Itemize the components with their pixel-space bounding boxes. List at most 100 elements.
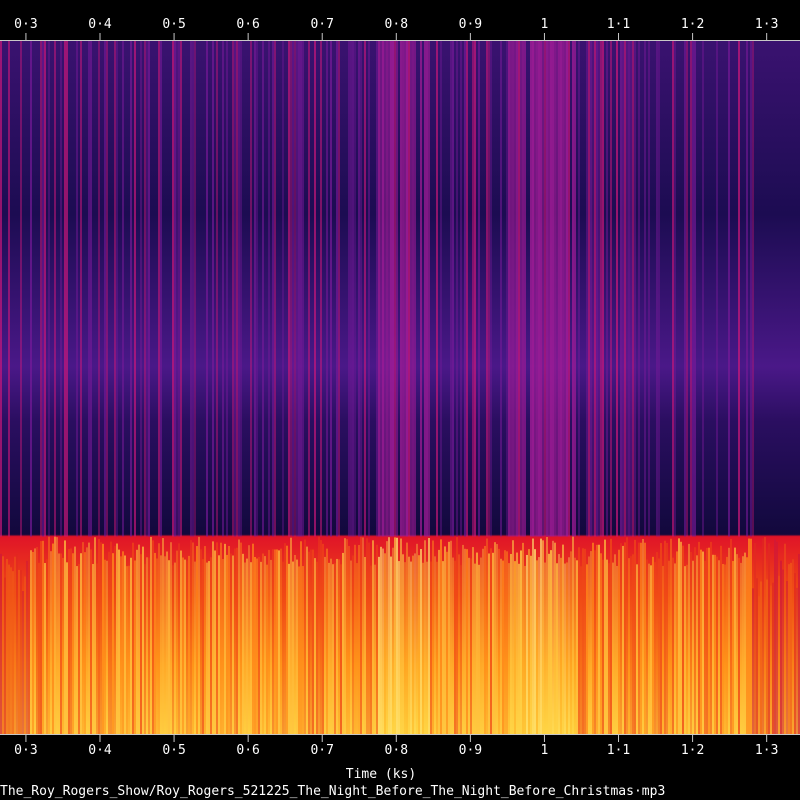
spectrogram-column (766, 579, 768, 734)
spectrogram-column (132, 542, 134, 734)
spectrogram-column (190, 41, 192, 537)
spectrogram-column (406, 41, 408, 537)
spectrogram-column (250, 41, 252, 537)
spectrogram-column (680, 541, 682, 734)
spectrogram-column (216, 41, 218, 537)
spectrogram-column (558, 554, 560, 734)
spectrogram-column (486, 41, 488, 537)
spectrogram-column (272, 549, 274, 734)
spectrogram-column (436, 41, 438, 537)
spectrogram-column (118, 549, 120, 734)
spectrogram-column (522, 41, 524, 537)
spectrogram-column (734, 547, 736, 734)
spectrogram-column (426, 41, 428, 537)
spectrogram-column (122, 551, 124, 734)
spectrogram-column (258, 556, 260, 734)
spectrogram-column (566, 41, 568, 537)
spectrogram-column (666, 542, 668, 734)
spectrogram-column (404, 562, 406, 734)
spectrogram-column (150, 536, 152, 734)
spectrogram-column (416, 543, 418, 734)
spectrogram-column (506, 41, 508, 537)
spectrogram-column (60, 553, 62, 734)
spectrogram-column (710, 541, 712, 734)
spectrogram-column (634, 539, 636, 734)
spectrogram-column (384, 553, 386, 734)
spectrogram-column (158, 543, 160, 734)
spectrogram-column (54, 536, 56, 734)
spectrogram-column (682, 545, 684, 734)
spectrogram-column (34, 548, 36, 734)
spectrogram-column (306, 546, 308, 734)
spectrogram-column (352, 41, 354, 537)
spectrogram-column (650, 565, 652, 734)
spectrogram-column (636, 564, 638, 734)
spectrogram-column (544, 562, 546, 734)
spectrogram-column (668, 560, 670, 734)
spectrogram-column (126, 566, 128, 734)
spectrogram-column (676, 551, 678, 734)
spectrogram-column (602, 41, 604, 537)
spectrogram-column (232, 555, 234, 734)
spectrogram-column (464, 548, 466, 734)
spectrogram-column (376, 544, 378, 734)
spectrogram-column (174, 562, 176, 734)
spectrogram-column (210, 557, 212, 734)
spectrogram-column (104, 41, 106, 537)
spectrogram-column (138, 544, 140, 734)
spectrogram-column (462, 544, 464, 734)
spectrogram-column (450, 540, 452, 734)
spectrogram-column (510, 41, 512, 537)
spectrogram-column (360, 536, 362, 734)
spectrogram-column (144, 564, 146, 734)
spectrogram-column (516, 552, 518, 734)
spectrogram-column (158, 41, 160, 537)
spectrogram-column (620, 41, 622, 537)
spectrogram-column (106, 41, 108, 537)
spectrogram-column (568, 557, 570, 734)
spectrogram-column (428, 537, 430, 734)
spectrogram-column (634, 41, 636, 537)
spectrogram-column (516, 41, 518, 537)
spectrogram-column (578, 547, 580, 734)
top-tick-label: 1·3 (755, 17, 778, 32)
spectrogram-column (178, 543, 180, 734)
spectrogram-column (130, 41, 132, 537)
spectrogram-column (392, 41, 394, 537)
top-tick-label: 0·6 (236, 17, 259, 32)
spectrogram-column (30, 550, 32, 734)
spectrogram-column (486, 538, 488, 734)
spectrogram-column (606, 41, 608, 537)
bottom-tick-label: 1·2 (681, 743, 704, 758)
spectrogram-column (234, 548, 236, 734)
spectrogram-column (482, 548, 484, 734)
spectrogram-column (470, 558, 472, 734)
bottom-tick-label: 0·7 (310, 743, 333, 758)
spectrogram-column (530, 555, 532, 734)
spectrogram-column (674, 563, 676, 734)
spectrogram-column (192, 41, 194, 537)
spectrogram-column (172, 565, 174, 734)
spectrogram-column (690, 551, 692, 734)
spectrogram-column (358, 545, 360, 734)
spectrogram-column (88, 41, 90, 537)
top-tick-label: 1·2 (681, 17, 704, 32)
bottom-tick-label: 1 (541, 743, 549, 758)
spectrogram-column (218, 555, 220, 734)
spectrogram-column (60, 41, 62, 537)
spectrogram-column (234, 41, 236, 537)
spectrogram-column (56, 537, 58, 734)
spectrogram-column (440, 539, 442, 734)
spectrogram-column (6, 558, 8, 734)
spectrogram-column (20, 570, 22, 734)
spectrogram-column (338, 559, 340, 734)
spectrogram-column (476, 552, 478, 734)
spectrogram-column (694, 547, 696, 734)
top-axis-ticks: 0·3 0·4 0·5 0·6 0·7 0·8 0·9 1 1·1 1·2 1·3 (14, 17, 778, 40)
spectrogram-column (110, 541, 112, 734)
spectrogram-column (336, 41, 338, 537)
spectrogram-column (688, 543, 690, 734)
spectrogram-column (22, 591, 24, 734)
spectrogram-column (638, 41, 640, 537)
spectrogram-column (488, 553, 490, 734)
